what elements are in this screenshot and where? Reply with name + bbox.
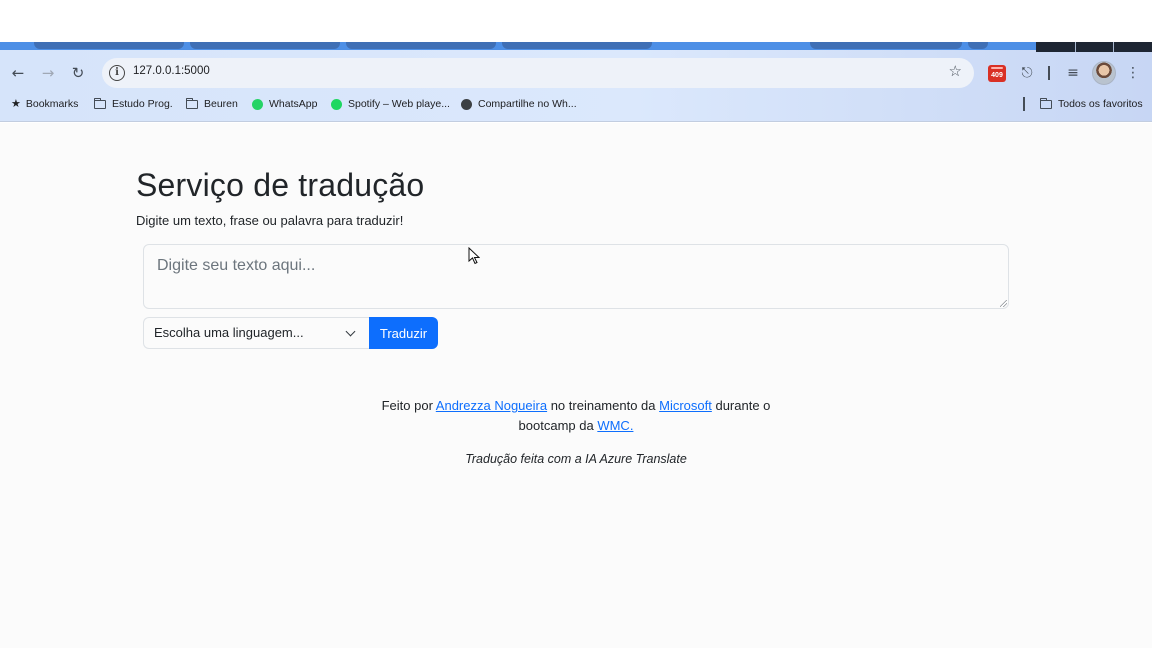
bookmark-spotify[interactable]: Spotify – Web playe... — [331, 95, 450, 113]
folder-icon — [94, 97, 106, 109]
address-bar[interactable]: i 127.0.0.1:5000 ☆ — [102, 58, 974, 88]
bookmark-label: Bookmarks — [25, 98, 79, 110]
whatsapp-icon — [252, 98, 263, 110]
bookmark-compartilhe[interactable]: Compartilhe no Wh... — [461, 95, 577, 113]
microsoft-link[interactable]: Microsoft — [659, 398, 712, 413]
back-icon[interactable]: ← — [6, 61, 30, 85]
bookmark-whatsapp[interactable]: WhatsApp — [252, 95, 317, 113]
reload-icon[interactable]: ↻ — [66, 61, 90, 85]
language-select[interactable]: Escolha uma linguagem... — [143, 317, 369, 349]
window-controls-divider — [1075, 42, 1076, 52]
toolbar-separator — [1048, 66, 1050, 80]
profile-avatar[interactable] — [1092, 61, 1116, 85]
top-margin — [0, 0, 1152, 42]
bookmark-bookmarks[interactable]: ★ Bookmarks — [11, 95, 78, 113]
url-text[interactable]: 127.0.0.1:5000 — [133, 65, 210, 77]
browser-tab[interactable] — [34, 42, 184, 49]
translate-button[interactable]: Traduzir — [369, 317, 438, 349]
browser-tab[interactable] — [190, 42, 340, 49]
calendar-extension-icon[interactable]: 409 — [988, 65, 1006, 82]
browser-tab[interactable] — [346, 42, 496, 49]
site-info-icon[interactable]: i — [109, 65, 125, 81]
footer-text-part: no treinamento da — [547, 398, 660, 413]
browser-tab[interactable] — [810, 42, 962, 49]
bookmark-label: Beuren — [204, 98, 238, 110]
browser-tab[interactable] — [502, 42, 652, 49]
translation-credit: Tradução feita com a IA Azure Translate — [465, 452, 687, 466]
page-subtitle: Digite um texto, frase ou palavra para t… — [136, 213, 404, 228]
mouse-cursor-icon — [468, 247, 480, 265]
browser-tab[interactable] — [968, 42, 988, 49]
star-icon: ★ — [11, 98, 21, 110]
bookmark-star-icon[interactable]: ☆ — [949, 62, 962, 80]
page-title: Serviço de tradução — [136, 167, 425, 203]
menu-icon[interactable]: ⋮ — [1124, 62, 1142, 84]
browser-chrome: ← → ↻ i 127.0.0.1:5000 ☆ 409 ⎋ ≡ ⋮ ★ Boo… — [0, 42, 1152, 122]
author-link[interactable]: Andrezza Nogueira — [436, 398, 547, 413]
folder-icon — [1040, 97, 1052, 109]
globe-icon — [461, 98, 472, 110]
reading-list-icon[interactable]: ≡ — [1062, 62, 1084, 84]
resize-handle[interactable] — [1000, 300, 1007, 307]
page-content: Serviço de tradução Digite um texto, fra… — [0, 123, 1152, 648]
footer-text-part: Feito por — [381, 398, 436, 413]
footer-text: Feito por Andrezza Nogueira no treinamen… — [360, 396, 792, 436]
bookmark-estudo-prog[interactable]: Estudo Prog. — [94, 95, 173, 113]
bookmark-label: Estudo Prog. — [112, 98, 173, 110]
all-bookmarks-folder[interactable]: Todos os favoritos — [1040, 95, 1143, 113]
tab-strip — [0, 42, 1152, 52]
bookmark-label: Todos os favoritos — [1058, 98, 1143, 110]
forward-icon[interactable]: → — [36, 61, 60, 85]
bookmarks-divider — [1023, 97, 1025, 111]
bookmark-label: Spotify – Web playe... — [348, 98, 450, 110]
bookmarks-bar: ★ Bookmarks Estudo Prog. Beuren WhatsApp… — [0, 95, 1152, 113]
bookmark-beuren[interactable]: Beuren — [186, 95, 238, 113]
window-controls-divider — [1113, 42, 1114, 52]
bookmark-label: Compartilhe no Wh... — [478, 98, 577, 110]
browser-toolbar: ← → ↻ i 127.0.0.1:5000 ☆ 409 ⎋ ≡ ⋮ — [0, 58, 1152, 88]
wmc-link[interactable]: WMC. — [597, 418, 633, 433]
folder-icon — [186, 97, 198, 109]
spotify-icon — [331, 98, 342, 110]
extensions-icon[interactable]: ⎋ — [1016, 62, 1038, 84]
bookmark-label: WhatsApp — [269, 98, 318, 110]
window-controls[interactable] — [1036, 42, 1152, 52]
text-input[interactable] — [143, 244, 1009, 309]
